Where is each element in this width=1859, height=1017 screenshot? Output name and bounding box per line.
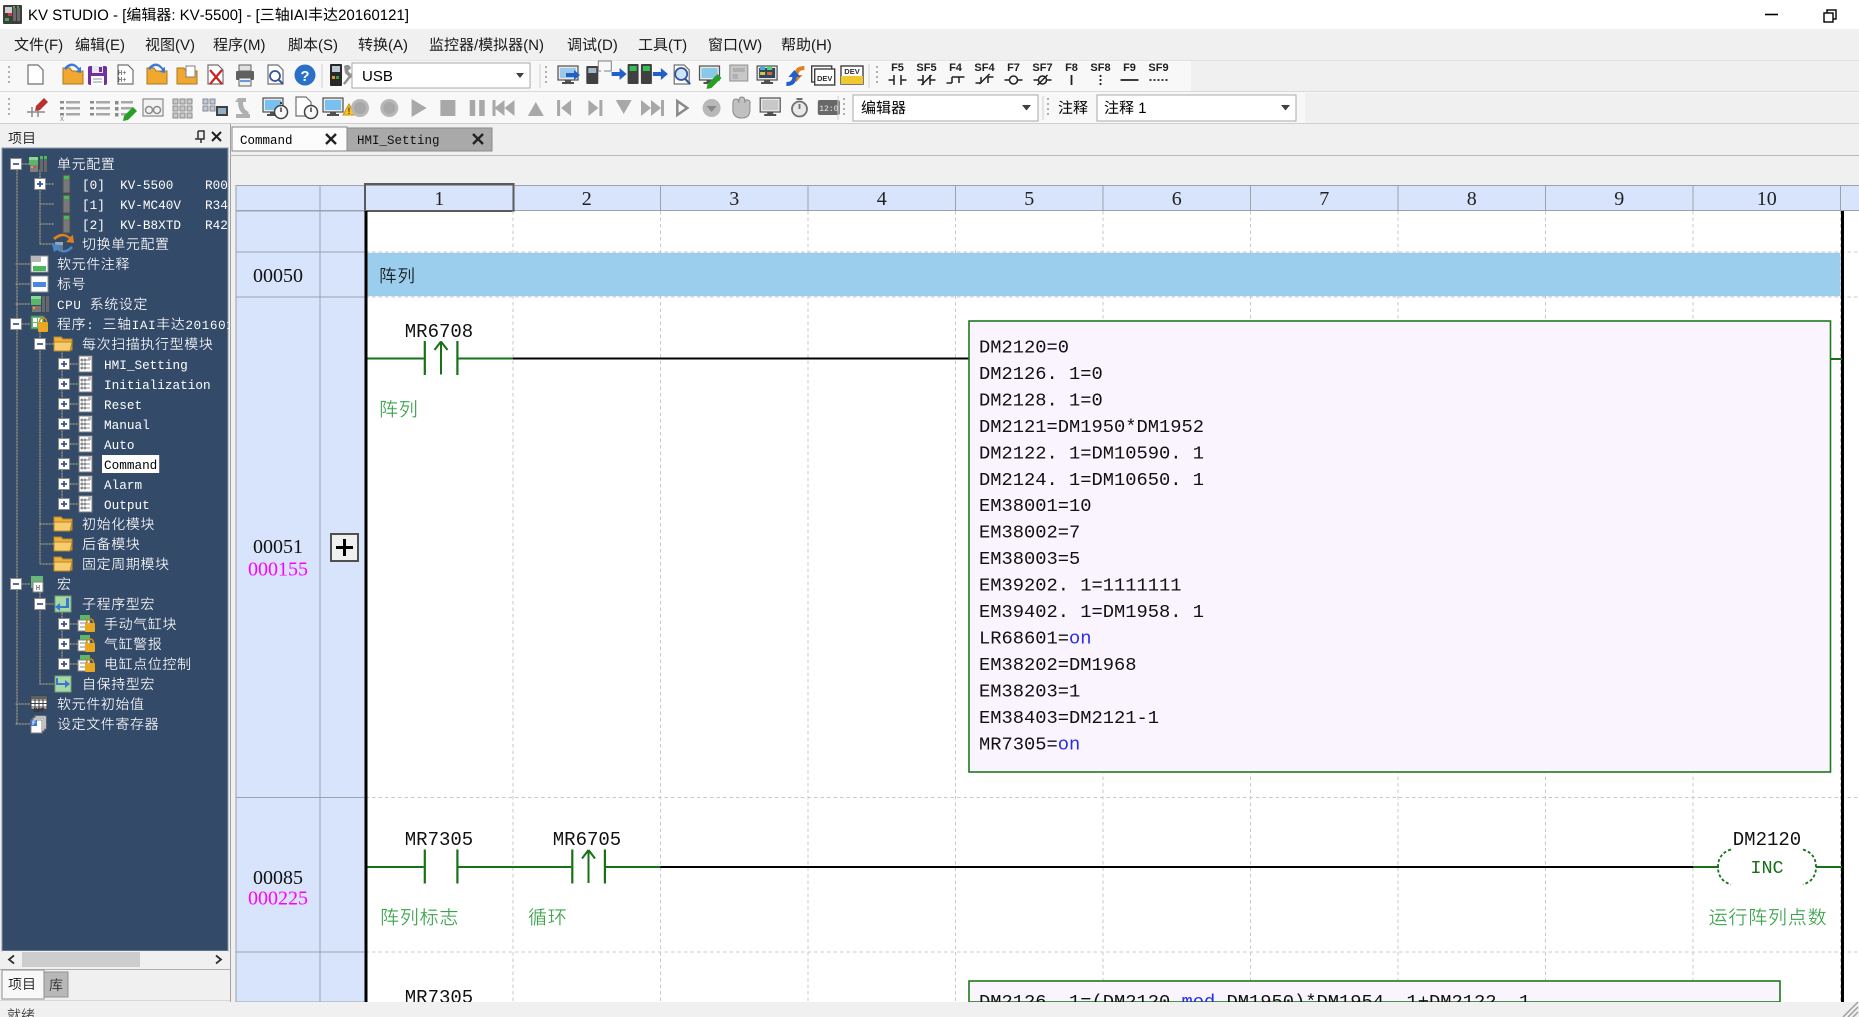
- svg-text:EM38202=DM1968: EM38202=DM1968: [979, 654, 1137, 676]
- svg-text:x: x: [60, 114, 64, 123]
- svg-text:Reset: Reset: [104, 398, 142, 413]
- svg-text:!: !: [348, 106, 351, 116]
- svg-text:000225: 000225: [248, 888, 308, 910]
- svg-text:EM38403=DM2121-1: EM38403=DM2121-1: [979, 707, 1159, 729]
- svg-text:Output: Output: [104, 498, 150, 513]
- svg-text:Auto: Auto: [104, 438, 134, 453]
- svg-text:DM2122. 1=DM10590. 1: DM2122. 1=DM10590. 1: [979, 442, 1204, 464]
- svg-text:R00: R00: [205, 178, 228, 193]
- svg-text:4: 4: [877, 188, 887, 210]
- svg-text:on: on: [1069, 627, 1092, 649]
- svg-text:DM2121=DM1950*DM1952: DM2121=DM1950*DM1952: [979, 416, 1204, 438]
- svg-text:EM38002=7: EM38002=7: [979, 522, 1080, 544]
- svg-text:8: 8: [1467, 188, 1477, 210]
- svg-text:EM39202. 1=1111111: EM39202. 1=1111111: [979, 575, 1182, 597]
- svg-text:DEV: DEV: [844, 67, 859, 76]
- svg-text:H+: H+: [118, 77, 126, 85]
- svg-text:DM2126. 1=0: DM2126. 1=0: [979, 363, 1103, 385]
- svg-text:F: F: [32, 721, 36, 727]
- svg-text:DM2120=0: DM2120=0: [979, 337, 1069, 359]
- svg-text:?: ?: [300, 68, 309, 85]
- svg-text:00085: 00085: [253, 867, 303, 889]
- svg-text:F5: F5: [891, 62, 904, 74]
- svg-text:SF5: SF5: [916, 62, 936, 74]
- svg-text:MR7305=: MR7305=: [979, 733, 1058, 755]
- svg-text:SF7: SF7: [1032, 62, 1052, 74]
- svg-text:7: 7: [1319, 188, 1329, 210]
- svg-text:USB: USB: [362, 68, 393, 85]
- svg-text:INIT: INIT: [34, 708, 45, 714]
- svg-text:INC: INC: [1750, 858, 1783, 879]
- svg-text:F7: F7: [1007, 62, 1020, 74]
- svg-text:000155: 000155: [248, 559, 308, 581]
- svg-text:Command: Command: [104, 458, 157, 473]
- svg-text:12:0: 12:0: [819, 105, 838, 114]
- svg-text:Initialization: Initialization: [104, 378, 211, 393]
- svg-text:EM38203=1: EM38203=1: [979, 680, 1080, 702]
- svg-text:F8: F8: [1065, 62, 1078, 74]
- svg-text:on: on: [1058, 733, 1081, 755]
- svg-text:R42: R42: [205, 218, 228, 233]
- svg-text:MR6705: MR6705: [553, 829, 621, 851]
- svg-text:00050: 00050: [253, 265, 303, 287]
- svg-text:EM39402. 1=DM1958. 1: EM39402. 1=DM1958. 1: [979, 601, 1204, 623]
- svg-text:F9: F9: [1123, 62, 1136, 74]
- svg-text:HMI_Setting: HMI_Setting: [104, 358, 188, 373]
- svg-text:SF9: SF9: [1148, 62, 1168, 74]
- svg-text:R34: R34: [205, 198, 228, 213]
- svg-text:DM2124. 1=DM10650. 1: DM2124. 1=DM10650. 1: [979, 469, 1204, 491]
- svg-text:DM2128. 1=0: DM2128. 1=0: [979, 389, 1103, 411]
- svg-text:DM2120: DM2120: [1733, 829, 1801, 851]
- svg-text:3: 3: [729, 188, 739, 210]
- svg-text:H: H: [36, 585, 40, 593]
- svg-text:EM38001=10: EM38001=10: [979, 495, 1092, 517]
- svg-text:Alarm: Alarm: [104, 478, 142, 493]
- svg-text:MR7305: MR7305: [405, 829, 473, 851]
- svg-text:EM38003=5: EM38003=5: [979, 548, 1080, 570]
- svg-text:9: 9: [1614, 188, 1624, 210]
- svg-text:MR6708: MR6708: [405, 321, 473, 343]
- svg-text:[0] KV-5500: [0] KV-5500: [82, 178, 173, 193]
- svg-text:5: 5: [1024, 188, 1034, 210]
- svg-text:SF4: SF4: [974, 62, 995, 74]
- svg-text:00051: 00051: [253, 536, 303, 558]
- svg-text:F4: F4: [949, 62, 963, 74]
- svg-text:SF8: SF8: [1090, 62, 1110, 74]
- svg-text:1: 1: [434, 188, 444, 210]
- svg-text:[1] KV-MC40V: [1] KV-MC40V: [82, 198, 181, 213]
- svg-text:10: 10: [1757, 188, 1777, 210]
- svg-text:2: 2: [582, 188, 592, 210]
- svg-text:6: 6: [1172, 188, 1182, 210]
- svg-text:HMI_Setting: HMI_Setting: [357, 134, 440, 148]
- svg-text:Manual: Manual: [104, 418, 150, 433]
- svg-text:DEV: DEV: [817, 74, 832, 83]
- svg-text:LR68601=: LR68601=: [979, 627, 1069, 649]
- svg-text:Command: Command: [240, 134, 293, 148]
- svg-text:[2] KV-B8XTD: [2] KV-B8XTD: [82, 218, 181, 233]
